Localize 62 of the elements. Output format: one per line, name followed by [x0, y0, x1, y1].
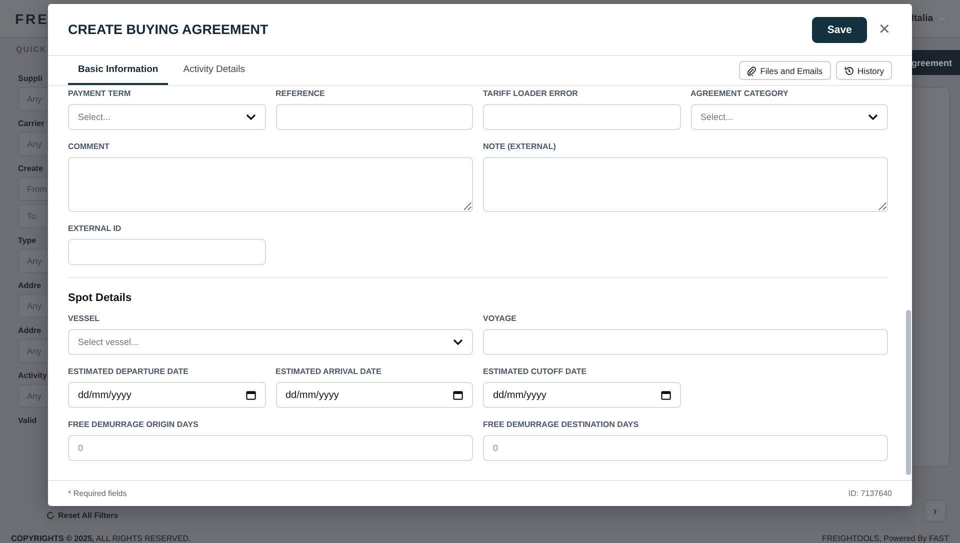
logo: FRE: [15, 10, 49, 26]
input-field[interactable]: [276, 104, 473, 130]
text-area[interactable]: [483, 157, 888, 212]
dialog-action-button[interactable]: Files and Emails: [739, 61, 831, 80]
field-label: REFERENCE: [276, 89, 326, 98]
filter-label: Addre: [18, 326, 42, 335]
filter-label: Suppli: [18, 74, 42, 83]
field-label: VESSEL: [68, 314, 101, 323]
field-label: AGREEMENT CATEGORY: [690, 89, 790, 98]
input-field[interactable]: 0: [483, 435, 888, 461]
language-label: Italia: [911, 13, 933, 24]
dropdown[interactable]: Select vessel...: [68, 329, 473, 355]
scrollbar-thumb[interactable]: [906, 310, 911, 475]
field-label: VOYAGE: [483, 314, 518, 323]
field-label: TARIFF LOADER ERROR: [483, 89, 579, 98]
close-button[interactable]: ×: [876, 20, 892, 39]
calendar-icon: [660, 390, 670, 400]
dialog-action-button[interactable]: History: [836, 61, 892, 80]
copyright-text: COPYRIGHTS © 2025, ALL RIGHTS RESERVED.: [11, 534, 191, 543]
chevron-down-icon: [246, 114, 256, 120]
required-note: * Required fields: [68, 489, 127, 498]
chevron-down-icon: [938, 16, 946, 21]
filter-label: Addre: [18, 281, 42, 290]
input-field[interactable]: [68, 239, 266, 265]
field-label: EXTERNAL ID: [68, 224, 122, 233]
date-field[interactable]: dd/mm/yyyy: [68, 382, 266, 408]
create-button[interactable]: greement: [909, 50, 960, 75]
filter-label: Carrier: [18, 119, 44, 128]
field-label: FREE DEMURRAGE DESTINATION DAYS: [483, 420, 640, 429]
text-area[interactable]: [68, 157, 473, 212]
calendar-icon: [453, 390, 463, 400]
tab[interactable]: Basic Information: [68, 56, 168, 85]
filter-label: Create: [18, 164, 43, 173]
field-label: ESTIMATED ARRIVAL DATE: [276, 367, 382, 376]
field-label: ESTIMATED CUTOFF DATE: [483, 367, 588, 376]
input-field[interactable]: [483, 104, 680, 130]
save-button[interactable]: Save: [812, 16, 867, 42]
dialog-title: CREATE BUYING AGREEMENT: [68, 22, 268, 37]
chevron-down-icon: [453, 339, 463, 345]
field-label: PAYMENT TERM: [68, 89, 132, 98]
field-label: COMMENT: [68, 142, 110, 151]
paperclip-icon: [747, 66, 756, 76]
record-id: ID: 7137640: [848, 489, 892, 498]
chevron-down-icon: [868, 114, 878, 120]
filter-label: Valid: [18, 416, 37, 425]
field-label: ESTIMATED DEPARTURE DATE: [68, 367, 190, 376]
filter-label: Type: [18, 236, 36, 245]
field-label: FREE DEMURRAGE ORIGIN DAYS: [68, 420, 200, 429]
input-field[interactable]: 0: [68, 435, 473, 461]
date-field[interactable]: dd/mm/yyyy: [483, 382, 680, 408]
dropdown[interactable]: Select...: [68, 104, 266, 130]
filter-label: Activity: [18, 371, 47, 380]
date-field[interactable]: dd/mm/yyyy: [276, 382, 473, 408]
input-field[interactable]: [483, 329, 888, 355]
field-label: NOTE (EXTERNAL): [483, 142, 557, 151]
calendar-icon: [246, 390, 256, 400]
section-heading: Spot Details: [68, 292, 133, 304]
credit-text: FREIGHTOOLS, Powered By FAST: [822, 534, 949, 543]
tab[interactable]: Activity Details: [173, 56, 256, 85]
history-icon: [844, 66, 854, 76]
dropdown[interactable]: Select...: [690, 104, 888, 130]
reset-icon: [46, 510, 55, 520]
